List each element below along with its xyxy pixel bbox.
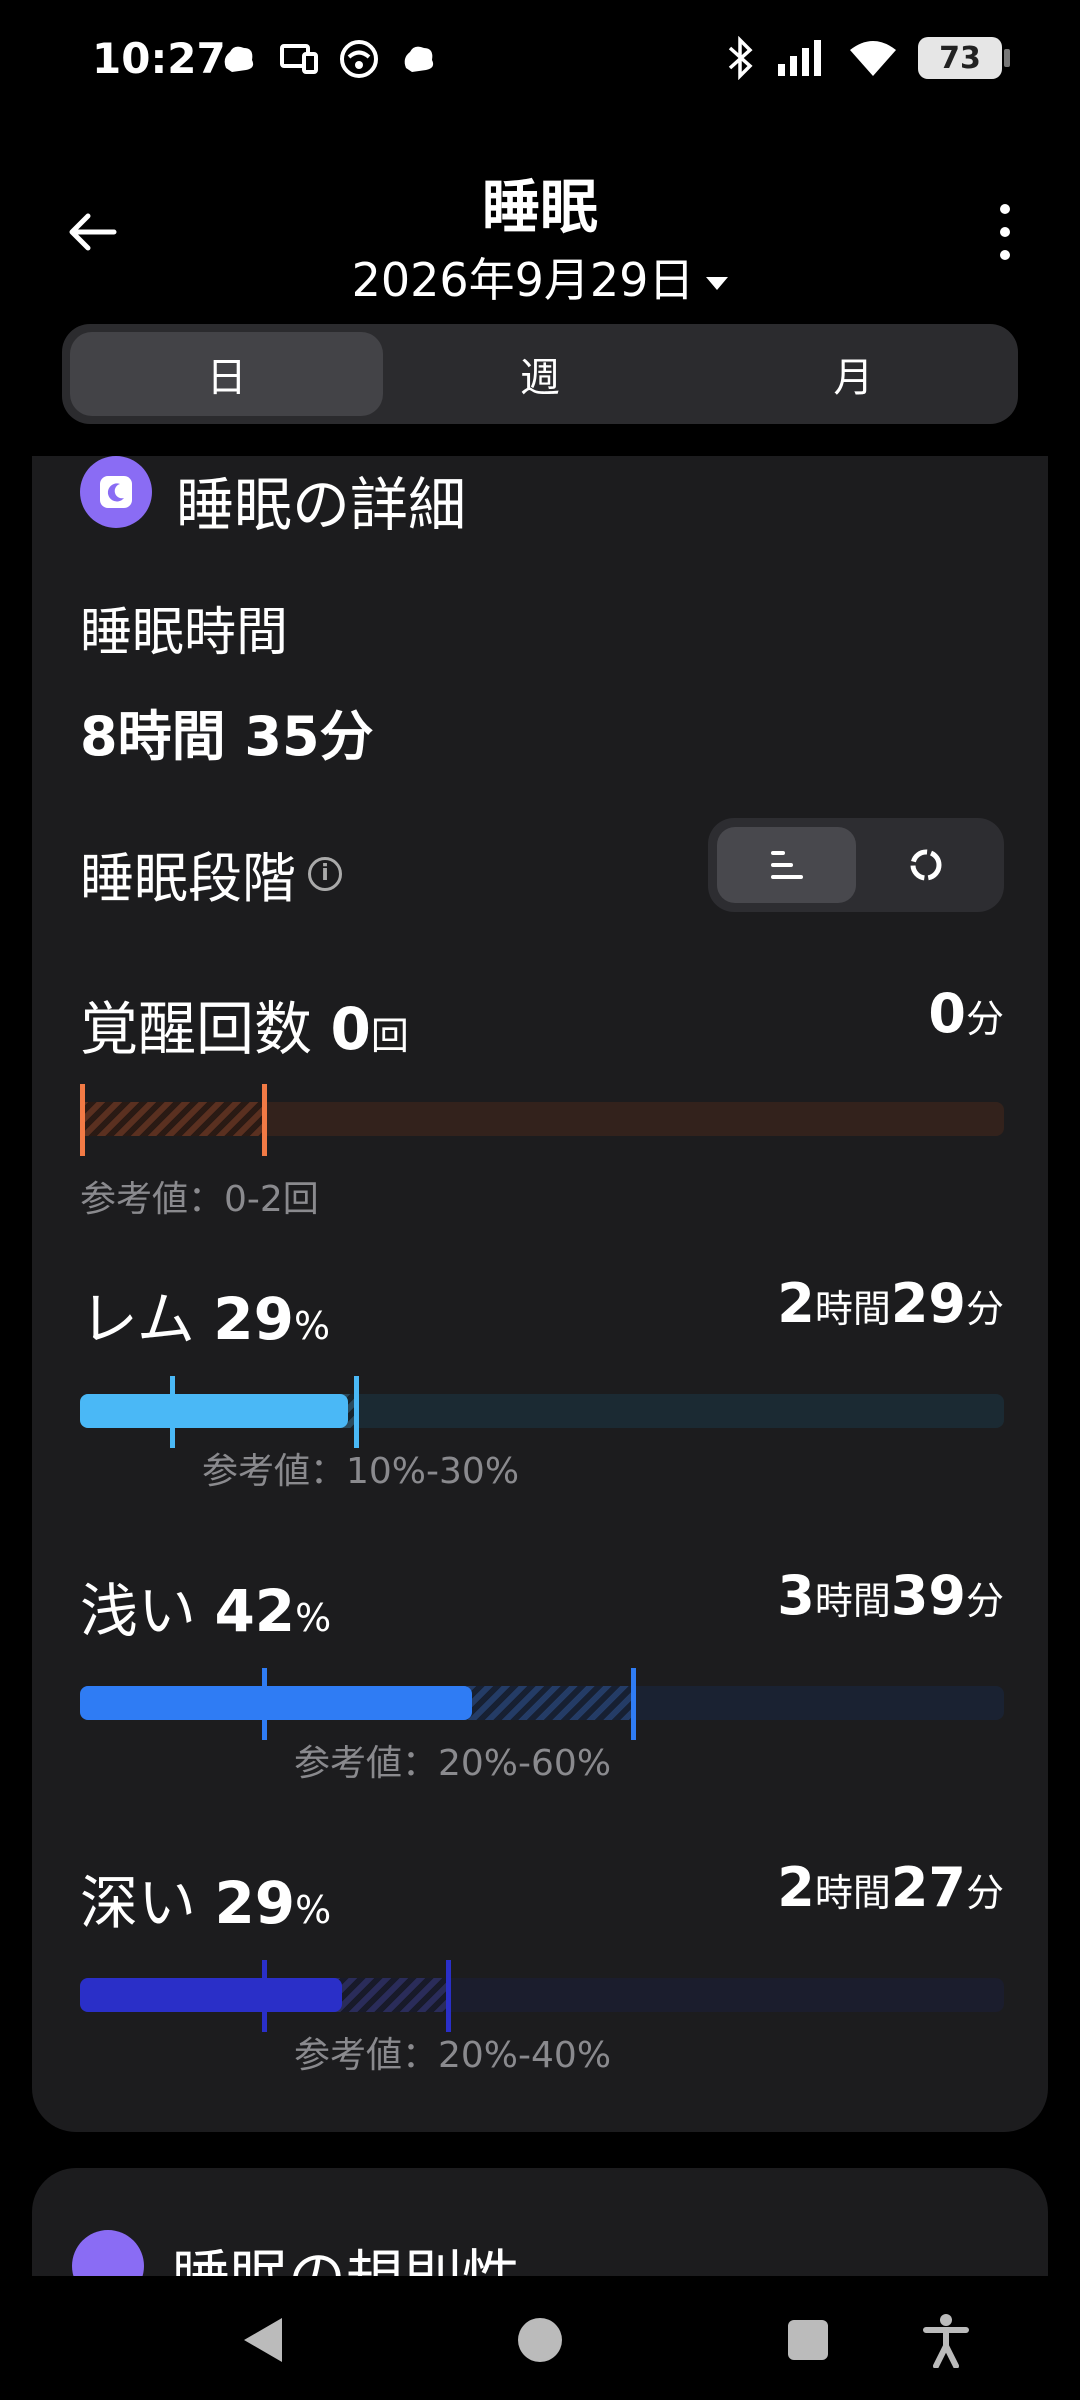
chevron-down-icon [706,277,729,290]
accessibility-icon[interactable] [922,2312,970,2368]
nav-home-icon[interactable] [518,2318,562,2362]
status-left-icons [218,38,440,80]
status-time: 10:27 [92,34,226,83]
sleep-detail-card: 睡眠の詳細 睡眠時間 8時間 35分 睡眠段階 i 覚醒回数 0回 0分 参考値… [32,456,1048,2132]
notification-app-icon [404,46,434,72]
view-toggle [708,818,1004,912]
system-nav-bar [0,2276,1080,2400]
date-picker[interactable]: 2026年9月29日 [0,244,1080,310]
ring-view-button[interactable] [856,827,995,903]
stage-light-time: 3時間39分 [777,1564,1004,1627]
light-reference: 参考値：20%-60% [294,1743,612,1784]
signal-icon [778,40,821,76]
notification-app-icon [224,46,254,72]
awake-ref-range [80,1102,264,1136]
rem-ref-min-marker [170,1376,175,1448]
period-tabs: 日 週 月 [62,324,1018,424]
sleep-stages-label: 睡眠段階 [80,847,296,910]
light-ref-min-marker [262,1668,267,1740]
cast-icon [280,44,318,74]
deep-bar-fill [80,1978,342,2012]
stage-awake-name: 覚醒回数 0回 [80,995,409,1063]
ring-chart-icon [910,849,941,881]
bluetooth-icon [728,36,753,80]
sleep-icon [80,456,152,528]
stage-awake: 覚醒回数 0回 0分 参考値：0-2回 [80,982,1004,1220]
deep-ref-min-marker [262,1960,267,2032]
light-ref-max-marker [631,1668,636,1740]
wifi-icon [850,41,896,76]
tab-month[interactable]: 月 [697,332,1010,416]
battery-icon: 73 [918,37,1010,79]
deep-reference: 参考値：20%-40% [294,2035,612,2076]
more-options-icon[interactable] [990,204,1020,260]
tab-day[interactable]: 日 [70,332,384,416]
stage-rem: レム 29% 2時間29分 参考値：10%-30% [80,1272,1004,1492]
stage-deep: 深い 29% 2時間27分 参考値：20%-40% [80,1856,1004,2076]
awake-ref-max-marker [262,1084,267,1156]
awake-ref-min-marker [80,1084,85,1156]
sleep-duration: 8時間 35分 [80,705,374,768]
stage-rem-time: 2時間29分 [777,1272,1004,1335]
rem-bar-fill [80,1394,348,1428]
stage-awake-time: 0分 [928,982,1004,1045]
stage-light-name: 浅い 42% [80,1577,332,1645]
stage-deep-name: 深い 29% [80,1869,332,1937]
card-title: 睡眠の詳細 [176,471,467,539]
light-bar-fill [80,1686,472,1720]
sleep-stages-heading: 睡眠段階 i [80,834,342,913]
stage-deep-time: 2時間27分 [777,1856,1004,1919]
date-label: 2026年9月29日 [351,253,695,307]
stage-light: 浅い 42% 3時間39分 参考値：20%-60% [80,1564,1004,1784]
info-icon[interactable]: i [308,856,342,891]
status-bar: 10:27 73 [0,0,1080,120]
page-title: 睡眠 [481,173,598,241]
deep-ref-max-marker [446,1960,451,2032]
list-view-button[interactable] [717,827,856,903]
rem-ref-max-marker [354,1376,359,1448]
rem-reference: 参考値：10%-30% [202,1451,520,1492]
tab-week[interactable]: 週 [383,332,696,416]
stage-rem-name: レム 29% [80,1285,331,1353]
list-view-icon [770,851,803,879]
hotspot-icon [340,40,378,78]
nav-recents-icon[interactable] [788,2320,828,2360]
status-right-icons: 73 [726,36,1010,80]
nav-back-icon[interactable] [244,2318,282,2362]
sleep-time-label: 睡眠時間 [80,603,289,663]
awake-reference: 参考値：0-2回 [80,1179,319,1220]
battery-level: 73 [939,40,981,76]
